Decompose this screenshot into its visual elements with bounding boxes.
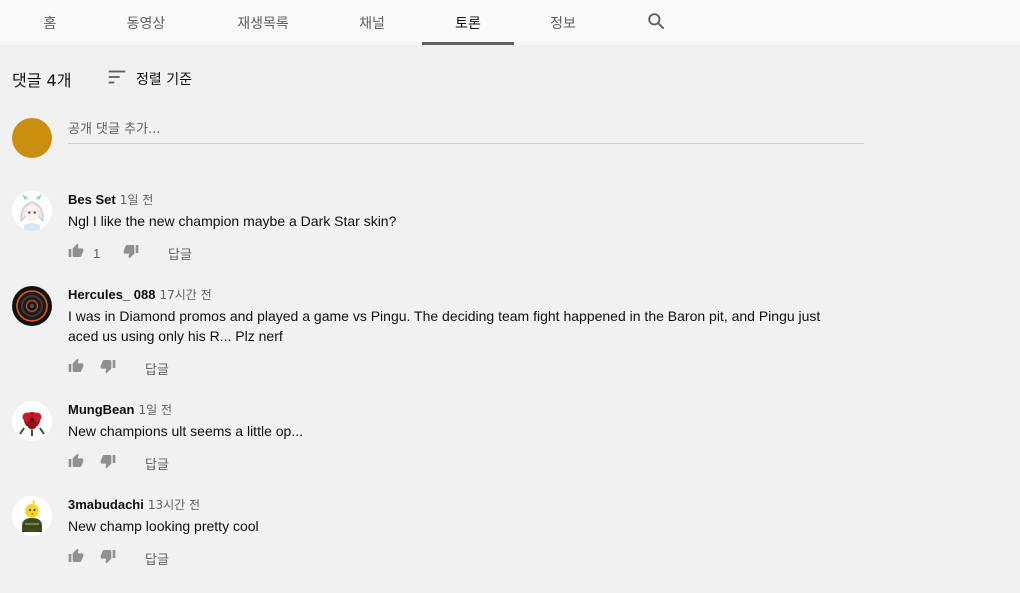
comment-author[interactable]: MungBean bbox=[68, 402, 134, 417]
sort-button[interactable]: 정렬 기준 bbox=[106, 66, 192, 92]
comment-actions: 답글 bbox=[68, 356, 169, 380]
dislike-button[interactable] bbox=[100, 453, 116, 474]
current-user-avatar[interactable] bbox=[12, 118, 52, 158]
author-avatar[interactable] bbox=[12, 191, 52, 231]
comment-text: New champions ult seems a little op... bbox=[68, 423, 303, 439]
like-button[interactable] bbox=[68, 358, 84, 379]
tab-about[interactable]: 정보 bbox=[533, 0, 593, 45]
thumbs-down-icon bbox=[123, 243, 139, 264]
thumbs-down-icon bbox=[100, 358, 116, 379]
comment-actions: 1 답글 bbox=[68, 241, 192, 265]
search-icon bbox=[646, 11, 666, 35]
author-avatar[interactable] bbox=[12, 496, 52, 536]
comment-author[interactable]: 3mabudachi bbox=[68, 497, 144, 512]
like-count: 1 bbox=[93, 245, 101, 261]
thumbs-up-icon bbox=[68, 548, 84, 569]
comment-author[interactable]: Hercules_ 088 bbox=[68, 287, 155, 302]
comment-author[interactable]: Bes Set bbox=[68, 192, 116, 207]
like-button[interactable] bbox=[68, 243, 84, 264]
tab-search[interactable] bbox=[636, 0, 676, 45]
comment-time[interactable]: 1일 전 bbox=[138, 401, 172, 418]
chick-avatar-icon bbox=[12, 496, 52, 536]
comment-time[interactable]: 13시간 전 bbox=[148, 496, 200, 513]
author-avatar[interactable] bbox=[12, 286, 52, 326]
reply-button[interactable]: 답글 bbox=[145, 454, 169, 473]
like-button[interactable] bbox=[68, 548, 84, 569]
like-button[interactable] bbox=[68, 453, 84, 474]
reply-button[interactable]: 답글 bbox=[168, 244, 192, 263]
add-comment-placeholder: 공개 댓글 추가... bbox=[68, 122, 161, 137]
comment-text: Ngl I like the new champion maybe a Dark… bbox=[68, 213, 397, 229]
thumbs-up-icon bbox=[68, 453, 84, 474]
thumbs-up-icon bbox=[68, 243, 84, 264]
comment-count: 댓글 4개 bbox=[12, 71, 72, 90]
reply-button[interactable]: 답글 bbox=[145, 359, 169, 378]
thumbs-down-icon bbox=[100, 548, 116, 569]
author-avatar[interactable] bbox=[12, 401, 52, 441]
comment-time[interactable]: 17시간 전 bbox=[159, 286, 211, 303]
comment-actions: 답글 bbox=[68, 546, 169, 570]
comment-actions: 답글 bbox=[68, 451, 169, 475]
dark-ring-avatar-icon bbox=[12, 286, 52, 326]
comment-time[interactable]: 1일 전 bbox=[120, 191, 154, 208]
comment-text: New champ looking pretty cool bbox=[68, 518, 259, 534]
tab-channels[interactable]: 채널 bbox=[337, 0, 407, 45]
tab-videos[interactable]: 동영상 bbox=[111, 0, 181, 45]
tab-home[interactable]: 홈 bbox=[25, 0, 75, 45]
tab-discussion[interactable]: 토론 bbox=[422, 0, 514, 45]
dislike-button[interactable] bbox=[123, 243, 139, 264]
dislike-button[interactable] bbox=[100, 548, 116, 569]
sort-icon bbox=[106, 66, 128, 93]
thumbs-up-icon bbox=[68, 358, 84, 379]
dislike-button[interactable] bbox=[100, 358, 116, 379]
thumbs-down-icon bbox=[100, 453, 116, 474]
sort-label: 정렬 기준 bbox=[136, 72, 192, 88]
add-comment-input[interactable]: 공개 댓글 추가... bbox=[68, 112, 864, 144]
reply-button[interactable]: 답글 bbox=[145, 549, 169, 568]
comments-header: 댓글 4개 정렬 기준 bbox=[12, 66, 192, 92]
anime-girl-avatar-icon bbox=[12, 191, 52, 231]
red-rose-avatar-icon bbox=[12, 401, 52, 441]
channel-tab-bar: 홈 동영상 재생목록 채널 토론 정보 bbox=[0, 0, 1020, 45]
tab-playlists[interactable]: 재생목록 bbox=[221, 0, 305, 45]
comment-text: I was in Diamond promos and played a gam… bbox=[68, 308, 821, 344]
